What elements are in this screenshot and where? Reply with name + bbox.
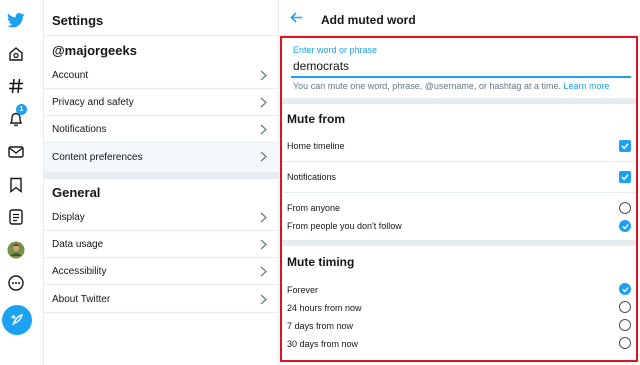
settings-column: Settings @majorgeeks Account Privacy and… — [44, 0, 279, 365]
chevron-right-icon — [260, 97, 267, 108]
account-section-title: @majorgeeks — [52, 43, 137, 58]
chevron-right-icon — [260, 294, 267, 305]
settings-item-label: Privacy and safety — [52, 96, 134, 108]
bookmarks-icon[interactable] — [0, 173, 32, 197]
panel-title: Add muted word — [321, 13, 416, 27]
more-icon[interactable] — [0, 271, 32, 295]
notification-badge: 1 — [16, 104, 27, 115]
notifications-bell-icon[interactable]: 1 — [0, 104, 32, 131]
messages-envelope-icon[interactable] — [0, 140, 32, 164]
settings-item-notifications[interactable]: Notifications — [44, 116, 279, 143]
settings-item-about-twitter[interactable]: About Twitter — [44, 286, 279, 313]
divider — [44, 35, 279, 36]
settings-item-display[interactable]: Display — [44, 204, 279, 231]
chevron-right-icon — [260, 239, 267, 250]
chevron-right-icon — [260, 124, 267, 135]
home-icon[interactable] — [0, 42, 32, 66]
settings-item-label: Notifications — [52, 123, 107, 135]
compose-tweet-button[interactable] — [2, 305, 32, 335]
settings-item-label: Display — [52, 211, 85, 223]
settings-item-account[interactable]: Account — [44, 62, 279, 89]
section-divider — [44, 173, 279, 179]
panel-header: Add muted word — [279, 0, 640, 36]
settings-item-data-usage[interactable]: Data usage — [44, 231, 279, 258]
chevron-right-icon — [260, 70, 267, 81]
settings-item-accessibility[interactable]: Accessibility — [44, 258, 279, 285]
back-arrow-icon[interactable] — [290, 12, 303, 23]
settings-item-label: Content preferences — [52, 152, 143, 163]
twitter-bird-icon[interactable] — [0, 8, 32, 32]
settings-item-content-preferences[interactable]: Content preferences — [44, 143, 279, 173]
settings-item-label: Account — [52, 69, 89, 81]
profile-avatar-icon[interactable] — [0, 238, 32, 262]
settings-item-label: About Twitter — [52, 293, 111, 305]
general-section-title: General — [52, 185, 101, 200]
settings-item-privacy[interactable]: Privacy and safety — [44, 89, 279, 116]
chevron-right-icon — [260, 151, 267, 162]
compose-tweet-icon — [11, 313, 24, 326]
settings-item-label: Data usage — [52, 238, 104, 250]
chevron-right-icon — [260, 266, 267, 277]
lists-icon[interactable] — [0, 205, 32, 229]
chevron-right-icon — [260, 212, 267, 223]
settings-title: Settings — [52, 13, 104, 28]
settings-item-label: Accessibility — [52, 265, 107, 277]
icon-rail: 1 — [0, 0, 44, 365]
highlight-annotation-box — [280, 36, 638, 362]
explore-hashtag-icon[interactable] — [0, 74, 32, 98]
